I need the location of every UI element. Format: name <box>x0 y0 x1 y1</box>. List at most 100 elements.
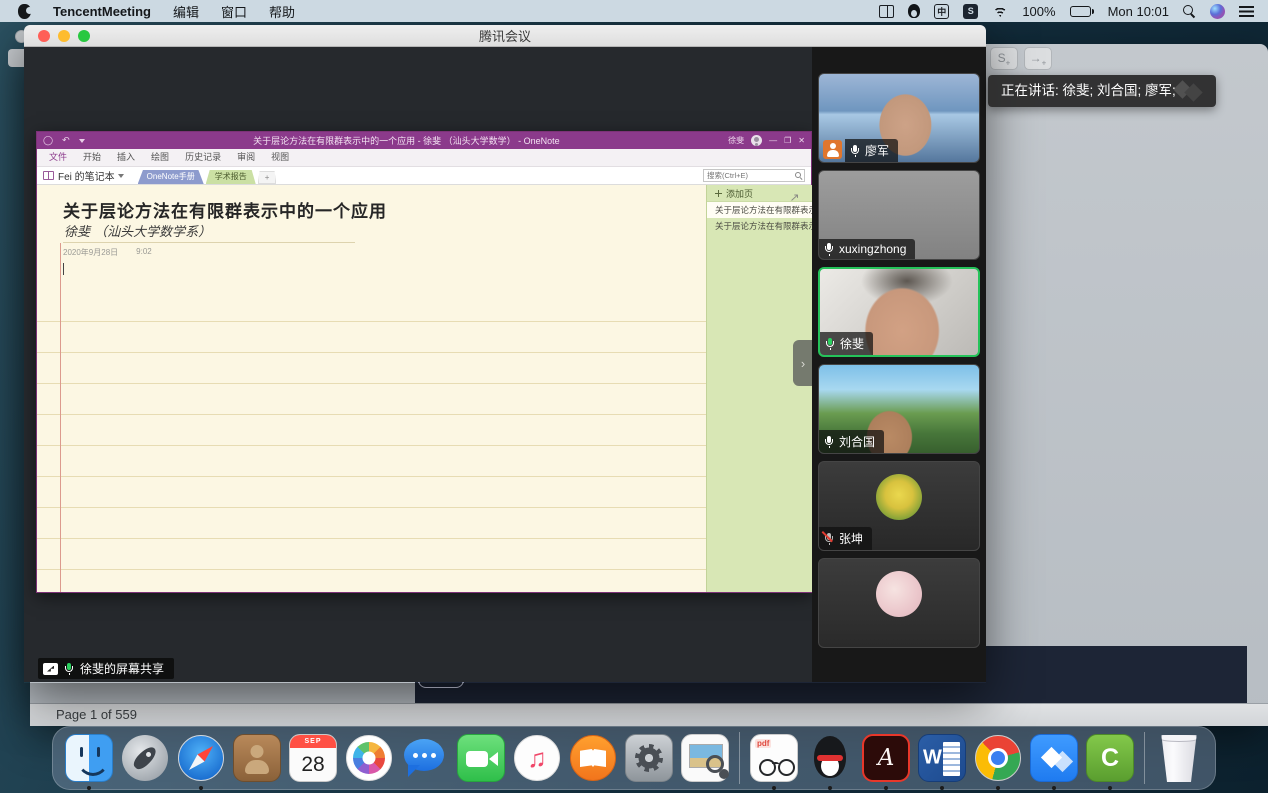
mic-icon <box>824 243 834 256</box>
notification-center-icon[interactable] <box>1239 6 1254 17</box>
qat-dropdown-icon <box>79 139 85 143</box>
dock-word-icon[interactable]: W <box>916 732 968 784</box>
zoom-window-button[interactable] <box>78 30 90 42</box>
mic-muted-icon <box>824 532 834 545</box>
screen-recording-icon[interactable] <box>879 5 894 18</box>
onenote-user: 徐斐 <box>728 135 744 146</box>
chevron-right-icon: › <box>801 356 805 371</box>
participant-tile-xuxingzhong[interactable]: xuxingzhong <box>818 170 980 260</box>
onenote-restore-icon: ❐ <box>784 136 791 145</box>
speaking-now-tooltip: 正在讲话: 徐斐; 刘合国; 廖军; <box>988 75 1216 107</box>
dock-launchpad-icon[interactable] <box>119 732 171 784</box>
participant-name: 张坤 <box>839 530 863 547</box>
section-tab-onenote-manual: OneNote手册 <box>138 170 204 184</box>
onenote-window-title: 关于层论方法在有限群表示中的一个应用 - 徐斐 （汕头大学数学） - OneNo… <box>93 134 721 147</box>
dock-system-preferences-icon[interactable] <box>623 732 675 784</box>
participant-tile-liuheguo[interactable]: 刘合国 <box>818 364 980 454</box>
tencent-meeting-window: 腾讯会议 ◯ ↶ 关于层论方法在有限群表示中的一个应用 - 徐斐 （汕头大学数学… <box>24 25 986 683</box>
participants-panel: 廖军 xuxingzhong 徐斐 刘合国 <box>812 47 986 682</box>
onenote-minimize-icon: — <box>769 136 777 145</box>
dock-photos-icon[interactable] <box>343 732 395 784</box>
note-author: 徐斐 （汕头大学数学系） <box>64 221 211 240</box>
plus-icon <box>715 190 722 197</box>
participant-tile-liaojun[interactable]: 廖军 <box>818 73 980 163</box>
annotate-arrow-button[interactable]: →+ <box>1024 47 1052 70</box>
onenote-search-box <box>703 169 805 182</box>
onenote-search-input <box>704 171 795 180</box>
dock-chrome-icon[interactable] <box>972 732 1024 784</box>
sogou-icon[interactable]: S <box>963 4 978 19</box>
participant-tile-xufei[interactable]: 徐斐 <box>818 267 980 357</box>
page-counter: Page 1 of 559 <box>30 703 1268 726</box>
input-method-icon[interactable]: 中 <box>934 4 949 19</box>
mic-active-icon <box>825 337 835 350</box>
dock-acrobat-icon[interactable]: A <box>860 732 912 784</box>
minimize-window-button[interactable] <box>58 30 70 42</box>
close-window-button[interactable] <box>38 30 50 42</box>
meeting-titlebar[interactable]: 腾讯会议 <box>24 25 986 47</box>
participant-name: 徐斐 <box>840 335 864 352</box>
expand-page-icon: ↗ <box>789 191 799 204</box>
avatar <box>876 474 922 520</box>
dock-camtasia-icon[interactable]: C <box>1084 732 1136 784</box>
qq-status-icon[interactable] <box>908 4 920 18</box>
ribbon-tab-view: 视图 <box>263 149 297 166</box>
notebook-name: Fei 的笔记本 <box>58 168 115 183</box>
spotlight-icon[interactable] <box>1183 5 1196 18</box>
dock-contacts-icon[interactable] <box>231 732 283 784</box>
tencent-meeting-watermark-icon <box>1174 81 1208 101</box>
mic-icon <box>824 435 834 448</box>
host-badge-icon <box>823 140 842 159</box>
onenote-user-avatar <box>751 135 762 146</box>
participant-name: 刘合国 <box>839 433 875 450</box>
notebook-icon <box>43 171 54 180</box>
participant-name: xuxingzhong <box>839 242 906 256</box>
annotate-signature-button[interactable]: S+ <box>990 47 1018 70</box>
apple-menu-icon[interactable] <box>18 4 31 19</box>
mic-icon <box>64 662 74 675</box>
screen-share-banner: 徐斐的屏幕共享 <box>38 658 174 679</box>
menu-clock[interactable]: Mon 10:01 <box>1108 4 1169 19</box>
add-section-tab: + <box>258 171 277 184</box>
ruled-lines <box>37 291 706 592</box>
notebook-dropdown-icon <box>118 174 124 178</box>
onenote-page: 关于层论方法在有限群表示中的一个应用 徐斐 （汕头大学数学系） 2020年9月2… <box>37 185 706 592</box>
panel-collapse-handle[interactable]: › <box>793 340 813 386</box>
onenote-close-icon: ✕ <box>798 136 805 145</box>
ribbon-tab-home: 开始 <box>75 149 109 166</box>
title-underline <box>63 242 355 243</box>
page-list-item: 关于层论方法在有限群表示中的一 <box>707 202 813 218</box>
menu-app-name[interactable]: TencentMeeting <box>53 4 151 19</box>
dock-preview-icon[interactable] <box>679 732 731 784</box>
dock-calendar-icon[interactable]: SEP28 <box>287 732 339 784</box>
share-banner-label: 徐斐的屏幕共享 <box>80 660 164 677</box>
menu-help[interactable]: 帮助 <box>269 2 295 21</box>
dock-qq-icon[interactable] <box>804 732 856 784</box>
onenote-notebook-bar: Fei 的笔记本 OneNote手册 学术报告 + <box>37 167 811 185</box>
dock-finder-icon[interactable] <box>63 732 115 784</box>
note-date: 2020年9月28日 <box>63 247 118 258</box>
menu-bar: TencentMeeting 编辑 窗口 帮助 中 S 100% Mon 10:… <box>0 0 1268 22</box>
participant-tile-unnamed[interactable] <box>818 558 980 648</box>
dock-pdf-expert-icon[interactable]: pdf <box>748 732 800 784</box>
dock-music-icon[interactable]: ♫ <box>511 732 563 784</box>
dock-trash-icon[interactable] <box>1153 732 1205 784</box>
ribbon-tab-draw: 绘图 <box>143 149 177 166</box>
battery-icon[interactable] <box>1070 6 1094 17</box>
note-time: 9:02 <box>136 247 152 258</box>
menu-window[interactable]: 窗口 <box>221 2 247 21</box>
wifi-icon[interactable] <box>992 5 1008 17</box>
section-tab-academic-report: 学术报告 <box>206 170 256 184</box>
dock-books-icon[interactable] <box>567 732 619 784</box>
ribbon-tab-review: 审阅 <box>229 149 263 166</box>
battery-percent: 100% <box>1022 4 1055 19</box>
siri-icon[interactable] <box>1210 4 1225 19</box>
dock-separator <box>739 732 740 784</box>
dock-messages-icon[interactable] <box>399 732 451 784</box>
dock-facetime-icon[interactable] <box>455 732 507 784</box>
menu-edit[interactable]: 编辑 <box>173 2 199 21</box>
avatar <box>876 571 922 617</box>
dock-tencent-meeting-icon[interactable] <box>1028 732 1080 784</box>
participant-tile-zhangkun[interactable]: 张坤 <box>818 461 980 551</box>
dock-safari-icon[interactable] <box>175 732 227 784</box>
